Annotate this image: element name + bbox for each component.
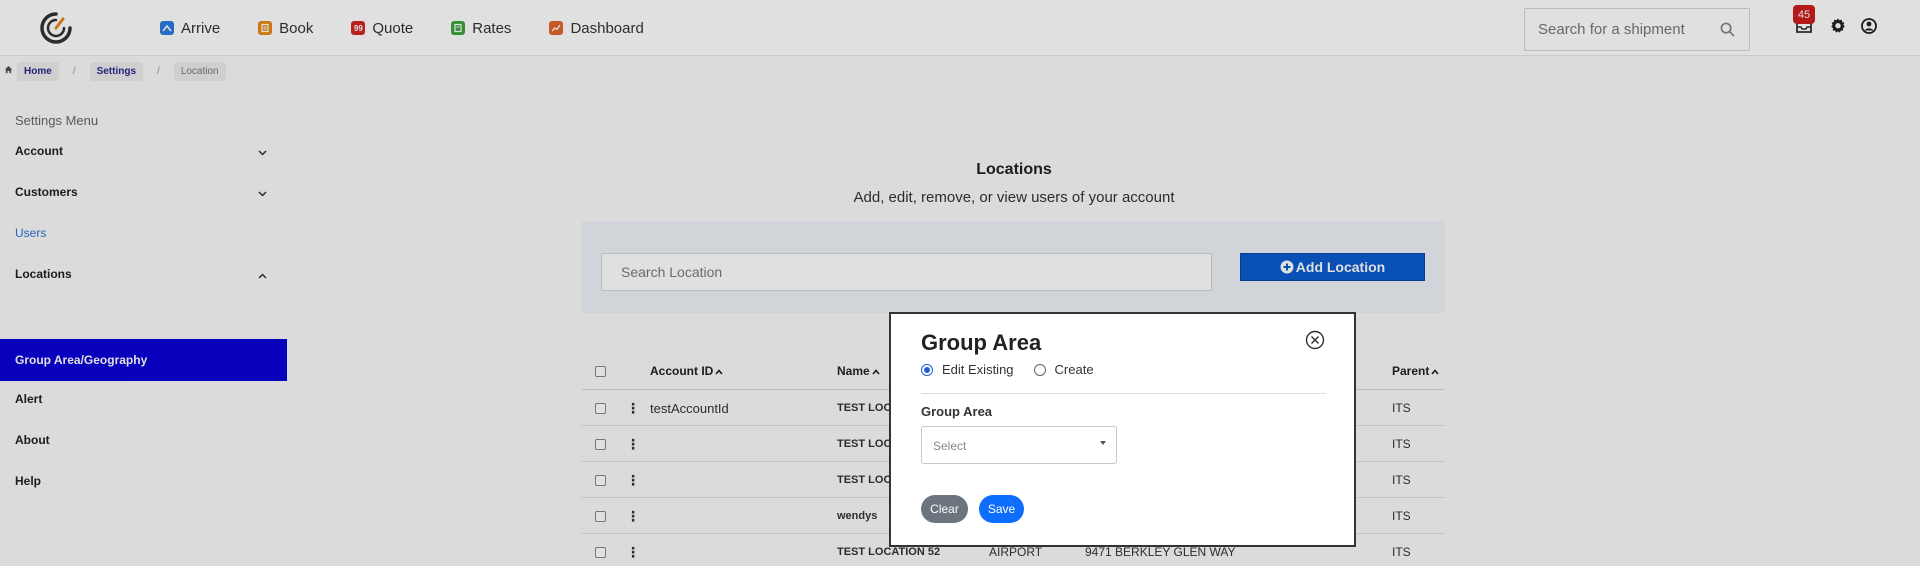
group-area-field-label: Group Area — [921, 404, 993, 419]
modal-title: Group Area — [921, 330, 1042, 355]
radio-edit-existing-label[interactable]: Edit Existing — [942, 362, 1014, 377]
radio-edit-existing[interactable] — [921, 363, 933, 376]
clear-button[interactable]: Clear — [921, 495, 968, 523]
save-button[interactable]: Save — [979, 495, 1024, 523]
radio-create-label[interactable]: Create — [1055, 362, 1094, 377]
close-icon[interactable] — [1305, 330, 1325, 355]
modal-divider — [921, 393, 1326, 394]
group-area-modal: Group Area Edit Existing Create Group Ar… — [889, 312, 1356, 547]
radio-create[interactable] — [1033, 363, 1046, 376]
group-area-select[interactable]: Select — [921, 426, 1117, 464]
group-area-select-value: Select — [933, 439, 967, 453]
mode-radio-group: Edit Existing Create — [921, 362, 1094, 377]
caret-down-icon — [1100, 441, 1106, 445]
